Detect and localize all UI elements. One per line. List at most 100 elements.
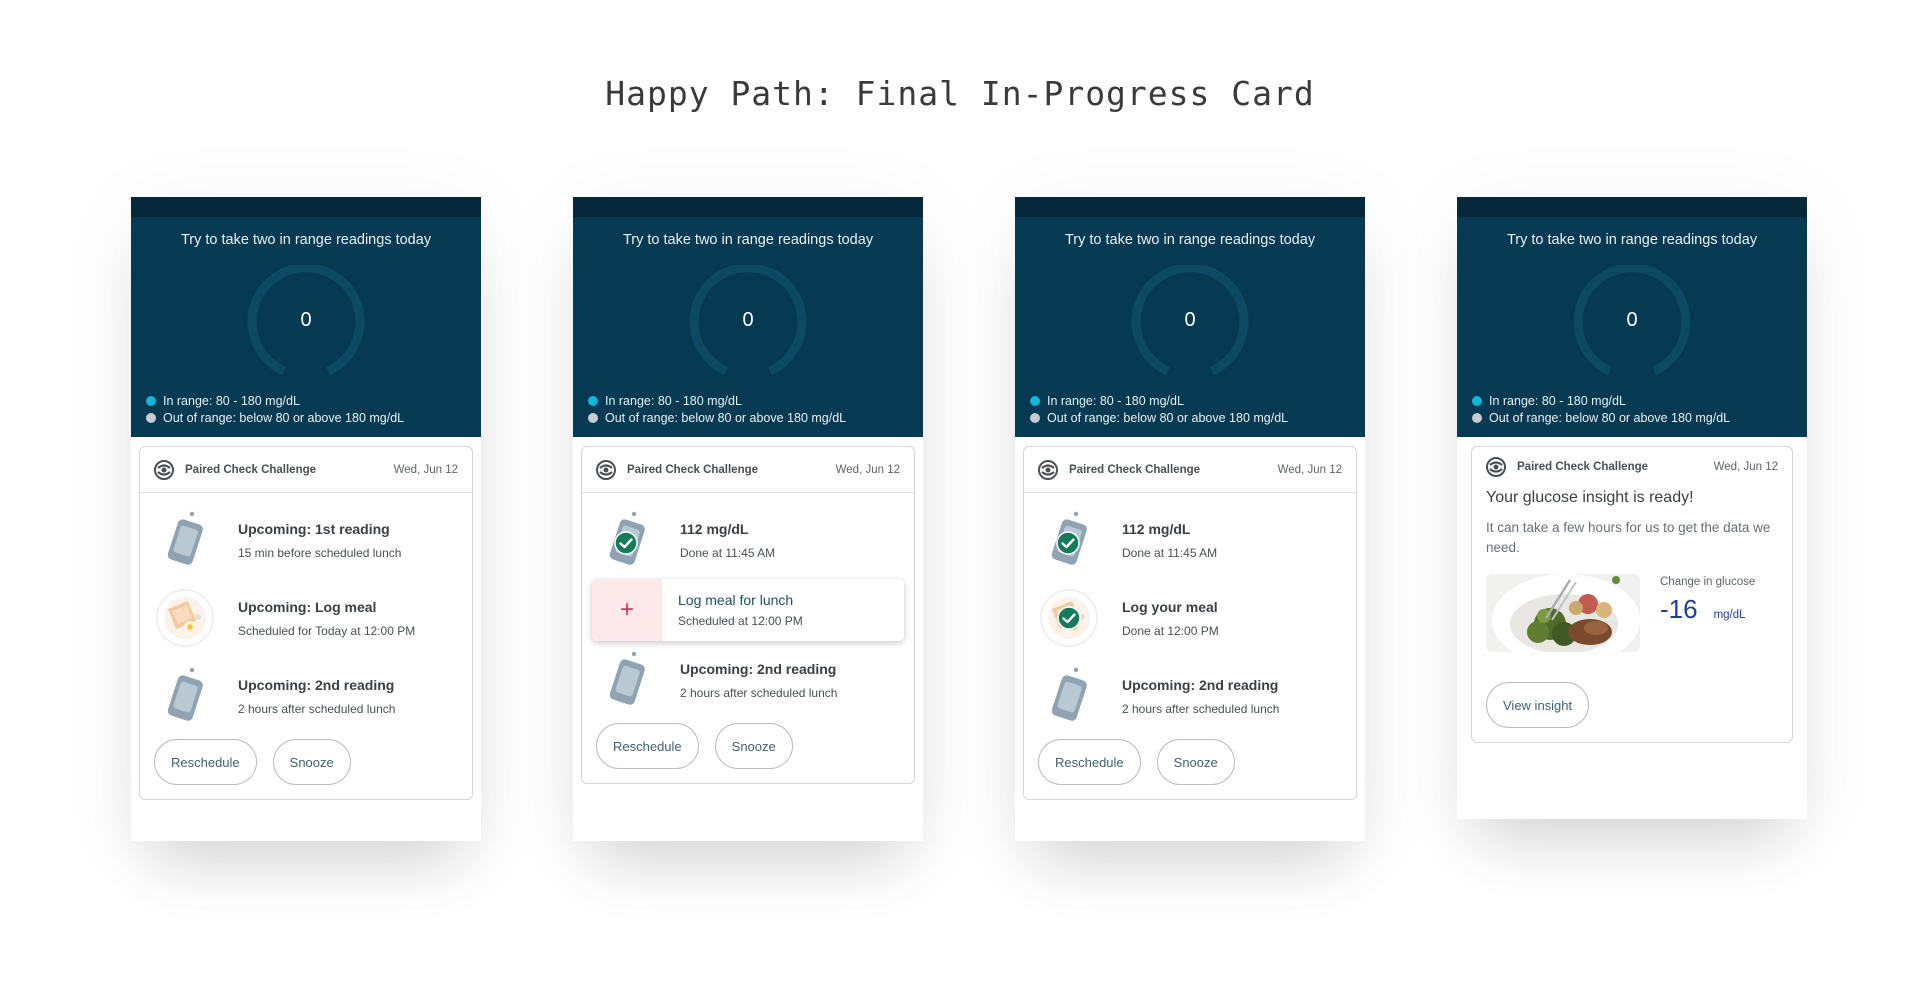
step-subtitle: 2 hours after scheduled lunch bbox=[238, 701, 396, 716]
step-first-reading[interactable]: 112 mg/dL Done at 11:45 AM bbox=[596, 501, 900, 579]
step-subtitle: 2 hours after scheduled lunch bbox=[1122, 701, 1280, 716]
legend-out-range: Out of range: below 80 or above 180 mg/d… bbox=[1047, 410, 1289, 425]
insight-body: Your glucose insight is ready! It can ta… bbox=[1472, 489, 1792, 652]
step-first-reading[interactable]: Upcoming: 1st reading 15 min before sched… bbox=[154, 501, 458, 579]
challenge-card[interactable]: Paired Check Challenge Wed, Jun 12 112 m… bbox=[1023, 446, 1357, 800]
glucose-meter-icon bbox=[154, 665, 216, 727]
step-subtitle: Scheduled at 12:00 PM bbox=[678, 614, 803, 628]
glucose-meter-icon bbox=[1038, 665, 1100, 727]
out-range-dot-icon bbox=[1472, 412, 1482, 423]
card-date: Wed, Jun 12 bbox=[393, 463, 458, 476]
challenge-goal: Try to take two in range readings today bbox=[180, 232, 432, 248]
glucose-meter-icon bbox=[154, 509, 216, 571]
card-header: Paired Check Challenge Wed, Jun 12 bbox=[1024, 447, 1356, 493]
phone-screen-1: Try to take two in range readings today … bbox=[131, 197, 481, 841]
step-title: Upcoming: 2nd reading bbox=[680, 660, 837, 677]
step-subtitle: 2 hours after scheduled lunch bbox=[680, 685, 838, 700]
step-title: 112 mg/dL bbox=[1122, 520, 1191, 537]
step-list: Upcoming: 1st reading 15 min before sched… bbox=[140, 493, 472, 735]
challenge-card[interactable]: Paired Check Challenge Wed, Jun 12 Upcom… bbox=[139, 446, 473, 800]
card-date: Wed, Jun 12 bbox=[835, 463, 900, 476]
step-title: 112 mg/dL bbox=[680, 520, 749, 537]
plus-icon: + bbox=[592, 579, 662, 641]
card-actions: Reschedule Snooze bbox=[140, 735, 472, 799]
progress-ring: 0 bbox=[1573, 265, 1691, 383]
step-title: Upcoming: 2nd reading bbox=[1122, 676, 1279, 693]
page-title: Happy Path: Final In-Progress Card bbox=[605, 74, 1315, 113]
challenge-logo-icon bbox=[596, 460, 616, 480]
step-log-meal[interactable]: Log your meal Done at 12:00 PM bbox=[1038, 579, 1342, 657]
out-range-dot-icon bbox=[588, 412, 598, 423]
step-title: Log meal for lunch bbox=[678, 592, 794, 608]
glucose-meter-icon bbox=[596, 649, 658, 711]
check-icon bbox=[1056, 531, 1080, 555]
status-bar bbox=[1015, 197, 1365, 217]
step-list: 112 mg/dL Done at 11:45 AM + Log meal for… bbox=[582, 493, 914, 719]
card-date: Wed, Jun 12 bbox=[1713, 461, 1778, 473]
range-legend: In range: 80 - 180 mg/dL Out of range: b… bbox=[1472, 392, 1730, 426]
change-label: Change in glucose bbox=[1660, 576, 1756, 588]
card-header: Paired Check Challenge Wed, Jun 12 bbox=[582, 447, 914, 493]
phone-screen-2: Try to take two in range readings today … bbox=[573, 197, 923, 841]
challenge-hero: Try to take two in range readings today … bbox=[573, 217, 923, 437]
change-unit: mg/dL bbox=[1713, 609, 1746, 621]
card-actions: Reschedule Snooze bbox=[582, 719, 914, 783]
step-subtitle: Done at 11:45 AM bbox=[680, 545, 776, 560]
step-second-reading[interactable]: Upcoming: 2nd reading 2 hours after sched… bbox=[596, 641, 900, 719]
status-bar bbox=[1457, 197, 1807, 217]
reschedule-button[interactable]: Reschedule bbox=[1038, 739, 1141, 785]
challenge-hero: Try to take two in range readings today … bbox=[131, 217, 481, 437]
legend-out-range: Out of range: below 80 or above 180 mg/d… bbox=[605, 410, 847, 425]
challenge-goal: Try to take two in range readings today bbox=[622, 232, 874, 248]
snooze-button[interactable]: Snooze bbox=[1156, 739, 1235, 785]
step-list: 112 mg/dL Done at 11:45 AM Log your meal D… bbox=[1024, 493, 1356, 735]
reschedule-button[interactable]: Reschedule bbox=[596, 723, 699, 769]
check-icon bbox=[614, 531, 638, 555]
insight-heading: Your glucose insight is ready! bbox=[1486, 489, 1694, 506]
legend-in-range: In range: 80 - 180 mg/dL bbox=[163, 393, 300, 408]
insight-card[interactable]: Paired Check Challenge Wed, Jun 12 Your … bbox=[1471, 446, 1793, 743]
meal-checked-icon bbox=[1038, 587, 1100, 649]
progress-ring: 0 bbox=[689, 265, 807, 383]
reading-count: 0 bbox=[1184, 309, 1196, 331]
card-actions: View insight bbox=[1472, 652, 1792, 742]
progress-ring: 0 bbox=[1131, 265, 1249, 383]
step-subtitle: Done at 12:00 PM bbox=[1122, 623, 1219, 638]
step-first-reading[interactable]: 112 mg/dL Done at 11:45 AM bbox=[1038, 501, 1342, 579]
legend-in-range: In range: 80 - 180 mg/dL bbox=[1047, 393, 1184, 408]
card-title: Paired Check Challenge bbox=[1069, 463, 1201, 476]
reading-count: 0 bbox=[1626, 309, 1638, 331]
challenge-goal: Try to take two in range readings today bbox=[1506, 232, 1758, 248]
view-insight-button[interactable]: View insight bbox=[1486, 682, 1590, 728]
reading-count: 0 bbox=[742, 309, 754, 331]
challenge-hero: Try to take two in range readings today … bbox=[1457, 217, 1807, 437]
step-second-reading[interactable]: Upcoming: 2nd reading 2 hours after sched… bbox=[154, 657, 458, 735]
status-bar bbox=[131, 197, 481, 217]
in-range-dot-icon bbox=[1472, 395, 1482, 406]
glucose-meter-checked-icon bbox=[596, 509, 658, 571]
step-log-meal[interactable]: + Log meal for lunch Scheduled at 12:00 P… bbox=[592, 579, 904, 641]
change-value: -16 bbox=[1660, 594, 1698, 624]
phone-screen-4: Try to take two in range readings today … bbox=[1457, 197, 1807, 819]
snooze-button[interactable]: Snooze bbox=[272, 739, 351, 785]
challenge-logo-icon bbox=[1486, 457, 1506, 477]
step-subtitle: Scheduled for Today at 12:00 PM bbox=[238, 623, 416, 638]
step-second-reading[interactable]: Upcoming: 2nd reading 2 hours after sched… bbox=[1038, 657, 1342, 735]
glucose-change: Change in glucose -16 mg/dL bbox=[1660, 574, 1755, 625]
challenge-card[interactable]: Paired Check Challenge Wed, Jun 12 112 m… bbox=[581, 446, 915, 784]
card-title: Paired Check Challenge bbox=[627, 463, 759, 476]
card-date: Wed, Jun 12 bbox=[1277, 463, 1342, 476]
step-log-meal[interactable]: Upcoming: Log meal Scheduled for Today at… bbox=[154, 579, 458, 657]
card-header: Paired Check Challenge Wed, Jun 12 bbox=[1472, 447, 1792, 487]
legend-out-range: Out of range: below 80 or above 180 mg/d… bbox=[1489, 410, 1731, 425]
insight-description: It can take a few hours for us to get th… bbox=[1486, 520, 1771, 555]
card-title: Paired Check Challenge bbox=[185, 463, 317, 476]
reschedule-button[interactable]: Reschedule bbox=[154, 739, 257, 785]
snooze-button[interactable]: Snooze bbox=[714, 723, 793, 769]
card-title: Paired Check Challenge bbox=[1517, 461, 1649, 473]
step-title: Log your meal bbox=[1122, 598, 1218, 615]
reading-count: 0 bbox=[300, 309, 312, 331]
check-icon bbox=[1057, 606, 1081, 630]
challenge-hero: Try to take two in range readings today … bbox=[1015, 217, 1365, 437]
insight-summary: Change in glucose -16 mg/dL bbox=[1486, 574, 1778, 652]
